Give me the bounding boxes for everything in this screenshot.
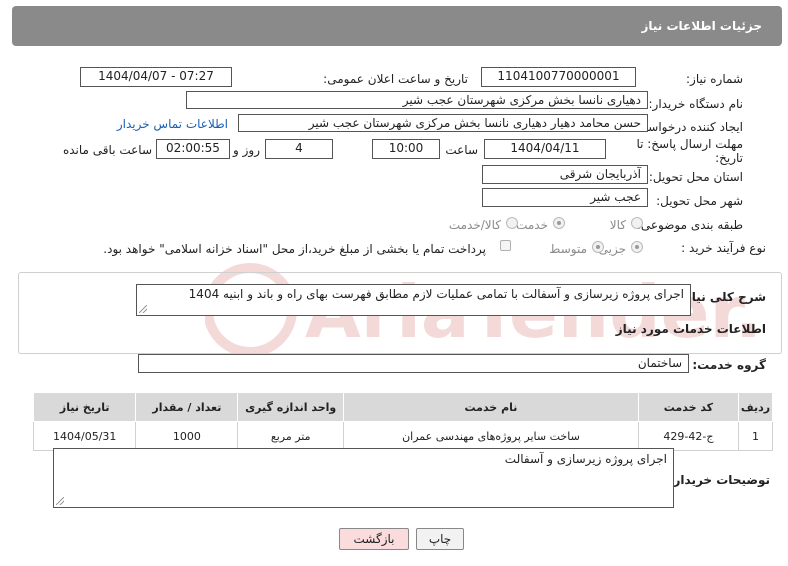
treasury-payment-checkbox[interactable] — [500, 240, 511, 251]
buyer-notes-text: اجرای پروژه زیرسازی و آسفالت — [504, 452, 667, 466]
category-option-goods-service: کالا/خدمت — [448, 218, 501, 232]
deadline-time-label: ساعت — [445, 143, 478, 157]
cell-row-number: 1 — [738, 421, 773, 451]
service-group-label: گروه خدمت: — [692, 358, 766, 372]
col-row-number: ردیف — [738, 392, 773, 422]
treasury-payment-note: پرداخت تمام یا بخشی از مبلغ خرید،از محل … — [103, 242, 486, 256]
requester-field[interactable]: حسن محامد دهیار دهیاری نانسا بخش مرکزی ش… — [238, 114, 648, 132]
process-radio-medium[interactable] — [592, 241, 604, 253]
col-unit: واحد اندازه گیری — [237, 392, 345, 422]
days-label: روز و — [233, 143, 260, 157]
cell-service-name: ساخت سایر پروژه‌های مهندسی عمران — [343, 421, 639, 451]
buyer-notes-textarea[interactable]: اجرای پروژه زیرسازی و آسفالت — [53, 448, 674, 508]
province-label: استان محل تحویل: — [648, 170, 743, 184]
page-header: جزئیات اطلاعات نیاز — [12, 6, 782, 46]
deadline-label-line2: تاریخ: — [715, 151, 743, 165]
services-table-header: ردیف کد خدمت نام خدمت واحد اندازه گیری ت… — [32, 392, 773, 422]
description-text: اجرای پروژه زیرسازی و آسفالت با تمامی عم… — [188, 287, 684, 301]
category-option-service: خدمت — [516, 218, 548, 232]
col-service-name: نام خدمت — [343, 392, 639, 422]
cell-need-date: 1404/05/31 — [32, 421, 137, 451]
table-row: 1 ج-42-429 ساخت سایر پروژه‌های مهندسی عم… — [32, 421, 773, 451]
city-field[interactable]: عجب شیر — [482, 188, 648, 207]
services-section-title: اطلاعات خدمات مورد نیاز — [615, 322, 766, 336]
category-radio-service[interactable] — [553, 217, 565, 229]
need-number-field[interactable]: 1104100770000001 — [481, 67, 636, 87]
resize-handle-icon[interactable] — [56, 497, 64, 505]
remaining-time-label: ساعت باقی مانده — [62, 143, 152, 157]
process-radio-minor[interactable] — [631, 241, 643, 253]
category-label: طبقه بندی موضوعی: — [636, 218, 743, 232]
cell-quantity: 1000 — [135, 421, 239, 451]
province-field[interactable]: آذربایجان شرقی — [482, 165, 648, 184]
city-label: شهر محل تحویل: — [656, 194, 743, 208]
category-radio-goods[interactable] — [631, 217, 643, 229]
buyer-org-field[interactable]: دهیاری نانسا بخش مرکزی شهرستان عجب شیر — [186, 91, 648, 109]
buyer-org-label: نام دستگاه خریدار: — [648, 97, 744, 111]
deadline-time-field[interactable]: 10:00 — [372, 139, 440, 159]
remaining-days-field[interactable]: 4 — [265, 139, 333, 159]
buyer-contact-link[interactable]: اطلاعات تماس خریدار — [117, 117, 228, 131]
cell-service-code: ج-42-429 — [637, 421, 740, 451]
process-option-medium: متوسط — [549, 242, 587, 256]
announce-datetime-field[interactable]: 1404/04/07 - 07:27 — [80, 67, 232, 87]
page-title: جزئیات اطلاعات نیاز — [641, 19, 762, 33]
announce-datetime-label: تاریخ و ساعت اعلان عمومی: — [323, 72, 468, 86]
col-service-code: کد خدمت — [637, 392, 740, 422]
category-option-goods: کالا — [609, 218, 626, 232]
description-textarea[interactable]: اجرای پروژه زیرسازی و آسفالت با تمامی عم… — [136, 284, 691, 316]
need-number-label: شماره نیاز: — [686, 72, 743, 86]
need-details-page: جزئیات اطلاعات نیاز AriaTender.net شماره… — [0, 0, 788, 566]
col-quantity: تعداد / مقدار — [135, 392, 239, 422]
service-group-field[interactable]: ساختمان — [138, 354, 689, 373]
resize-handle-icon[interactable] — [139, 305, 147, 313]
services-table: ردیف کد خدمت نام خدمت واحد اندازه گیری ت… — [32, 392, 773, 451]
deadline-date-field[interactable]: 1404/04/11 — [484, 139, 606, 159]
category-radio-goods-service[interactable] — [506, 217, 518, 229]
buyer-notes-label: توضیحات خریدار: — [668, 473, 770, 487]
col-need-date: تاریخ نیاز — [32, 392, 137, 422]
deadline-label-line1: مهلت ارسال پاسخ: تا — [636, 137, 743, 151]
requester-label: ایجاد کننده درخواست: — [632, 120, 743, 134]
cell-unit: متر مربع — [237, 421, 345, 451]
print-button[interactable]: چاپ — [416, 528, 464, 550]
back-button[interactable]: بازگشت — [339, 528, 409, 550]
remaining-time-field[interactable]: 02:00:55 — [156, 139, 230, 159]
process-label: نوع فرآیند خرید : — [681, 241, 766, 255]
description-label: شرح کلی نیاز: — [680, 290, 766, 304]
